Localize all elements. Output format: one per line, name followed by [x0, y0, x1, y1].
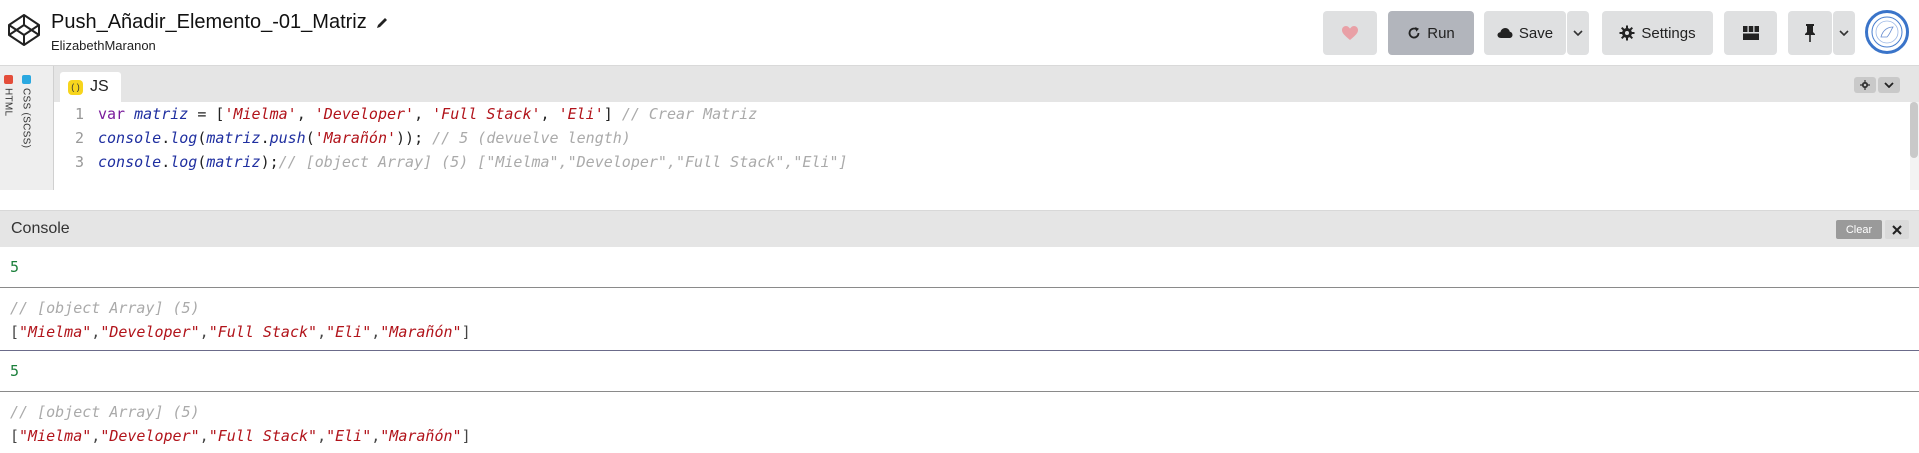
array-item: "Marañón" — [380, 427, 462, 445]
html-panel-tab[interactable]: HTML — [0, 72, 16, 182]
css-panel-label: CSS (SCSS) — [20, 88, 32, 149]
js-editor: ( ) JS 1 2 3 var matriz = ['Mielma', 'De… — [54, 66, 1919, 190]
save-dropdown-button[interactable] — [1567, 11, 1589, 55]
code-line-3: console.log(matriz);// [object Array] (5… — [98, 153, 848, 171]
avatar-emblem-icon — [1871, 16, 1903, 48]
console-entry: // [object Array] (5) ["Mielma","Develop… — [0, 400, 1919, 448]
top-header: Push_Añadir_Elemento_-01_Matriz Elizabet… — [0, 0, 1919, 66]
pin-dropdown-button[interactable] — [1833, 11, 1855, 55]
pin-button[interactable] — [1788, 11, 1832, 55]
save-label: Save — [1518, 24, 1554, 42]
close-icon — [1892, 224, 1902, 235]
change-view-button[interactable] — [1724, 11, 1777, 55]
array-item: "Mielma" — [19, 427, 92, 445]
gear-icon — [1619, 25, 1635, 41]
settings-button[interactable]: Settings — [1602, 11, 1713, 55]
console-number-value: 5 — [10, 258, 20, 276]
chevron-down-icon — [1839, 30, 1849, 36]
editor-settings-button[interactable] — [1854, 77, 1876, 93]
console-divider — [0, 350, 1919, 351]
save-button[interactable]: Save — [1484, 11, 1566, 55]
chevron-down-icon — [1884, 82, 1894, 88]
chevron-down-icon — [1573, 30, 1583, 36]
array-item: "Developer" — [100, 323, 200, 341]
console-output: 5 // [object Array] (5) ["Mielma","Devel… — [0, 247, 1919, 453]
html-panel-label: HTML — [2, 88, 14, 117]
console-array: ["Mielma","Developer","Full Stack","Eli"… — [10, 427, 471, 445]
css-panel-tab[interactable]: CSS (SCSS) — [18, 72, 34, 182]
array-item: "Developer" — [100, 427, 200, 445]
heart-icon — [1342, 26, 1358, 40]
code-line-1: var matriz = ['Mielma', 'Developer', 'Fu… — [98, 105, 758, 123]
close-console-button[interactable] — [1885, 220, 1909, 239]
run-button[interactable]: Run — [1388, 11, 1474, 55]
code-text[interactable]: var matriz = ['Mielma', 'Developer', 'Fu… — [98, 102, 848, 174]
user-avatar[interactable] — [1865, 10, 1909, 54]
array-item: "Full Stack" — [208, 323, 318, 341]
edit-pencil-icon[interactable] — [375, 16, 389, 30]
array-item: "Marañón" — [380, 323, 462, 341]
console-comment: // [object Array] (5) — [10, 299, 200, 317]
console-header: Console Clear — [0, 210, 1919, 247]
console-title: Console — [11, 220, 70, 237]
line-number: 2 — [74, 129, 84, 147]
console-entry: 5 — [0, 255, 1919, 279]
console-divider — [0, 287, 1919, 288]
run-label: Run — [1427, 24, 1455, 42]
editor-tab-bar: ( ) JS — [54, 66, 1919, 102]
console-entry: 5 — [0, 359, 1919, 383]
codepen-logo-icon[interactable] — [6, 12, 42, 48]
pen-title[interactable]: Push_Añadir_Elemento_-01_Matriz — [51, 11, 367, 34]
js-tab-label: JS — [90, 78, 109, 95]
js-badge-icon: ( ) — [68, 79, 83, 95]
line-gutter: 1 2 3 — [54, 102, 84, 190]
line-number: 3 — [74, 153, 84, 171]
code-line-2: console.log(matriz.push('Marañón')); // … — [98, 129, 631, 147]
author-name[interactable]: ElizabethMaranon — [51, 38, 389, 53]
array-item: "Eli" — [326, 427, 372, 445]
console-number-value: 5 — [10, 362, 20, 380]
console-array: ["Mielma","Developer","Full Stack","Eli"… — [10, 323, 471, 341]
line-number: 1 — [74, 105, 84, 123]
array-item: "Full Stack" — [208, 427, 318, 445]
collapsed-editors: HTML CSS (SCSS) — [0, 66, 54, 190]
css-badge-icon — [21, 75, 31, 84]
code-area[interactable]: 1 2 3 var matriz = ['Mielma', 'Developer… — [54, 102, 1909, 190]
editor-scrollbar-track[interactable] — [1910, 102, 1919, 190]
editor-collapse-button[interactable] — [1878, 77, 1900, 93]
refresh-icon — [1408, 27, 1420, 39]
array-item: "Mielma" — [19, 323, 92, 341]
tab-js[interactable]: ( ) JS — [60, 72, 121, 102]
pin-icon — [1805, 24, 1815, 42]
array-item: "Eli" — [326, 323, 372, 341]
cloud-icon — [1497, 28, 1513, 38]
console-entry: // [object Array] (5) ["Mielma","Develop… — [0, 296, 1919, 344]
gear-icon — [1860, 80, 1870, 90]
settings-label: Settings — [1641, 24, 1696, 42]
console-comment: // [object Array] (5) — [10, 403, 200, 421]
layout-grid-icon — [1742, 26, 1759, 40]
clear-console-button[interactable]: Clear — [1836, 220, 1882, 239]
console-divider — [0, 391, 1919, 392]
html-badge-icon — [3, 75, 13, 84]
pen-title-block: Push_Añadir_Elemento_-01_Matriz Elizabet… — [51, 11, 389, 53]
like-button[interactable] — [1323, 11, 1377, 55]
editor-scrollbar-thumb[interactable] — [1910, 102, 1918, 158]
